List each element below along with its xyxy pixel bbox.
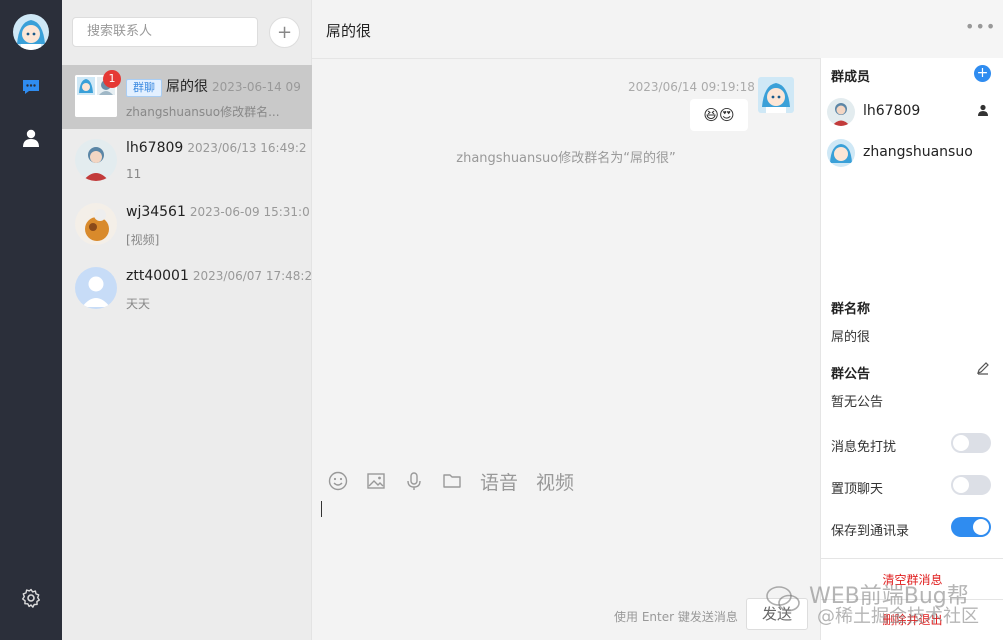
contact-preview: 天天 [126, 297, 151, 311]
send-button[interactable]: 发送 [746, 598, 808, 630]
edit-notice-icon[interactable] [976, 361, 990, 379]
contact-name-row: 群聊 屌的很 2023-06-14 09 [126, 76, 301, 97]
group-name-value[interactable]: 屌的很 [831, 326, 870, 345]
contacts-nav-icon[interactable] [21, 128, 41, 148]
member-name: lh67809 [863, 103, 921, 119]
setting-row-mute: 消息免打扰 [831, 433, 991, 455]
my-avatar[interactable] [13, 14, 49, 50]
chat-title: 屌的很 [326, 22, 372, 40]
panel-divider [821, 558, 1003, 559]
panel-divider [821, 599, 1003, 600]
contact-name: ztt40001 [126, 268, 189, 284]
member-item[interactable]: lh67809 [827, 98, 997, 134]
video-call-button[interactable]: 视频 [536, 468, 574, 495]
chat-nav-icon[interactable] [21, 77, 41, 97]
setting-row-pin: 置顶聊天 [831, 475, 991, 497]
message-time: 2023/06/14 09:19:18 [628, 80, 755, 94]
list-item-contact[interactable]: ztt40001 2023/06/07 17:48:2 天天 [62, 257, 312, 321]
notice-value: 暂无公告 [831, 395, 884, 410]
clear-messages-button[interactable]: 清空群消息 [821, 571, 1003, 588]
setting-row-save: 保存到通讯录 [831, 517, 991, 539]
setting-label: 置顶聊天 [831, 482, 884, 497]
voice-call-button[interactable]: 语音 [480, 468, 518, 495]
more-options-icon[interactable]: ••• [965, 17, 995, 36]
contact-avatar [75, 203, 117, 245]
system-message: zhangshuansuo修改群名为“屌的很” [456, 151, 676, 166]
member-item[interactable]: zhangshuansuo [827, 139, 997, 175]
contact-name: lh67809 [126, 140, 184, 156]
contact-name: wj34561 [126, 204, 186, 220]
list-item-group[interactable]: 1 群聊 屌的很 2023-06-14 09 zhangshuansuo修改群名..… [62, 65, 312, 129]
setting-label: 保存到通讯录 [831, 524, 910, 539]
list-item-contact[interactable]: lh67809 2023/06/13 16:49:2 11 [62, 129, 312, 193]
group-tag: 群聊 [126, 79, 162, 97]
contact-preview: [视频] [126, 233, 160, 247]
contact-name-row: lh67809 2023/06/13 16:49:2 [126, 140, 307, 156]
message-bubble[interactable]: 😆😍 [690, 99, 748, 131]
settings-gear-icon[interactable] [21, 588, 41, 608]
contact-avatar [75, 139, 117, 181]
group-info-panel: 群成员 + lh67809 zhangshuansuo 群名称 屌的很 群公告 … [820, 58, 1003, 640]
contact-time: 2023/06/07 17:48:2 [192, 269, 313, 283]
leave-group-button[interactable]: 删除并退出 [821, 611, 1003, 628]
add-contact-button[interactable]: + [269, 17, 300, 48]
contact-list-panel: 搜索联系人 + 1 群聊 屌的很 2023-06-14 09 zhangshuans… [62, 0, 312, 640]
contact-name-row: ztt40001 2023/06/07 17:48:2 [126, 268, 312, 284]
mute-toggle[interactable] [951, 433, 991, 453]
message-avatar[interactable] [758, 77, 794, 113]
microphone-icon[interactable] [404, 471, 424, 491]
contact-time: 2023-06-14 09 [212, 80, 301, 94]
image-icon[interactable] [366, 471, 386, 491]
app-window: 搜索联系人 + 1 群聊 屌的很 2023-06-14 09 zhangshuans… [0, 0, 1003, 640]
folder-icon[interactable] [442, 471, 462, 491]
contact-name: 屌的很 [166, 79, 208, 95]
add-member-button[interactable]: + [974, 65, 991, 82]
search-input[interactable]: 搜索联系人 [72, 17, 258, 47]
contact-name-row: wj34561 2023-06-09 15:31:0 [126, 204, 310, 220]
contact-time: 2023/06/13 16:49:2 [187, 141, 307, 155]
contact-time: 2023-06-09 15:31:0 [189, 205, 310, 219]
send-hint: 使用 Enter 键发送消息 [614, 610, 738, 624]
contact-preview: zhangshuansuo修改群名... [126, 105, 280, 119]
member-person-icon[interactable] [977, 104, 989, 120]
input-toolbar: 语音 视频 [328, 468, 574, 494]
member-avatar [827, 139, 855, 167]
message-input[interactable] [321, 501, 322, 517]
contact-preview: 11 [126, 167, 142, 181]
default-avatar [75, 267, 117, 309]
notice-title: 群公告 [831, 367, 871, 382]
setting-label: 消息免打扰 [831, 440, 897, 455]
group-name-title: 群名称 [831, 302, 871, 317]
unread-badge: 1 [103, 70, 121, 88]
save-contacts-toggle[interactable] [951, 517, 991, 537]
emoji-icon[interactable] [328, 471, 348, 491]
nav-sidebar [0, 0, 62, 640]
chat-panel: 屌的很 2023/06/14 09:19:18 😆😍 zhangshuansuo… [312, 0, 1002, 640]
list-item-contact[interactable]: wj34561 2023-06-09 15:31:0 [视频] [62, 193, 312, 257]
member-avatar [827, 98, 855, 126]
members-title: 群成员 [831, 70, 871, 85]
pin-toggle[interactable] [951, 475, 991, 495]
member-name: zhangshuansuo [863, 144, 973, 160]
